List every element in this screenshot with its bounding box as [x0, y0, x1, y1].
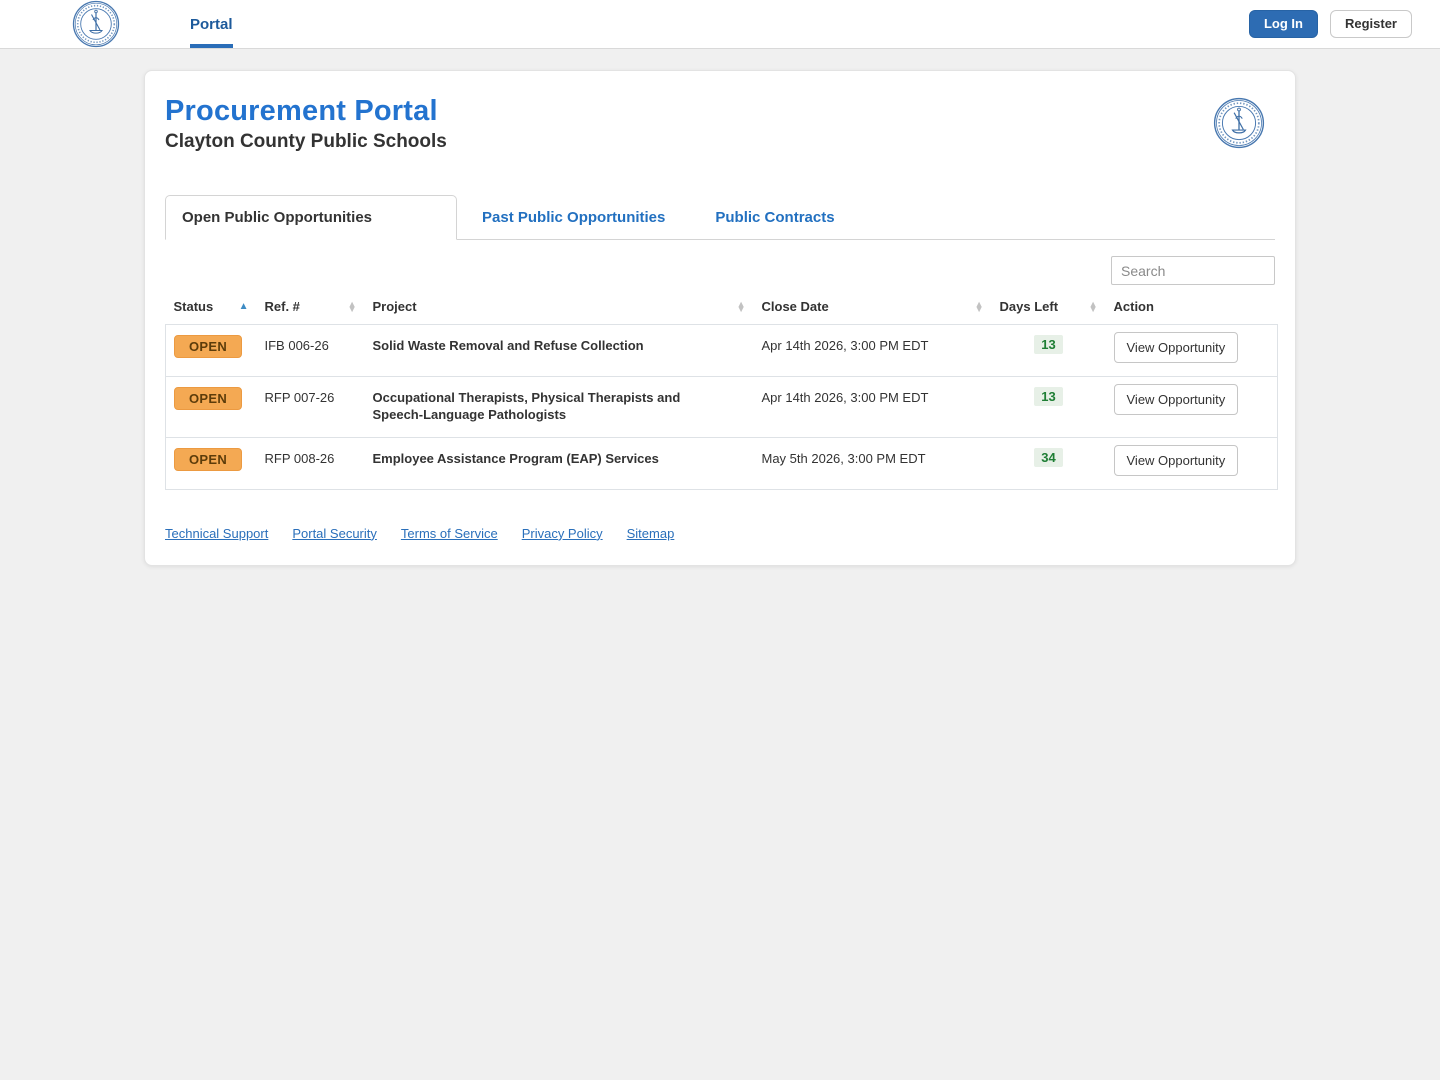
view-opportunity-button[interactable]: View Opportunity [1114, 332, 1239, 363]
procurement-portal-card: Procurement Portal Clayton County Public… [144, 70, 1296, 566]
column-header-project[interactable]: Project ▲▼ [365, 291, 754, 325]
close-date-cell: Apr 14th 2026, 3:00 PM EDT [754, 377, 992, 438]
tab-open-public-opportunities[interactable]: Open Public Opportunities [165, 195, 457, 240]
status-badge: OPEN [174, 448, 242, 471]
footer-links: Technical Support Portal Security Terms … [165, 526, 1275, 541]
days-left-badge: 13 [1034, 387, 1062, 406]
tab-public-contracts[interactable]: Public Contracts [690, 195, 859, 240]
days-left-cell: 34 [992, 437, 1106, 489]
login-button[interactable]: Log In [1249, 10, 1318, 38]
navbar-actions: Log In Register [1249, 10, 1412, 38]
table-row: OPEN RFP 007-26 Occupational Therapists,… [166, 377, 1278, 438]
project-cell: Solid Waste Removal and Refuse Collectio… [365, 325, 754, 377]
footer-link-privacy-policy[interactable]: Privacy Policy [522, 526, 603, 541]
footer-link-technical-support[interactable]: Technical Support [165, 526, 268, 541]
page-title: Procurement Portal [165, 95, 447, 128]
project-cell: Employee Assistance Program (EAP) Servic… [365, 437, 754, 489]
action-cell: View Opportunity [1106, 437, 1278, 489]
days-left-badge: 13 [1034, 335, 1062, 354]
close-date-cell: Apr 14th 2026, 3:00 PM EDT [754, 325, 992, 377]
status-cell: OPEN [166, 325, 257, 377]
ref-cell: RFP 007-26 [257, 377, 365, 438]
search-input[interactable] [1111, 256, 1275, 285]
nav-links: Portal [180, 0, 243, 48]
table-body: OPEN IFB 006-26 Solid Waste Removal and … [166, 325, 1278, 490]
sort-toggle-icon[interactable]: ▲▼ [737, 302, 746, 312]
table-row: OPEN RFP 008-26 Employee Assistance Prog… [166, 437, 1278, 489]
action-cell: View Opportunity [1106, 377, 1278, 438]
table-row: OPEN IFB 006-26 Solid Waste Removal and … [166, 325, 1278, 377]
column-header-close-date[interactable]: Close Date ▲▼ [754, 291, 992, 325]
page-subtitle: Clayton County Public Schools [165, 131, 447, 153]
days-left-cell: 13 [992, 325, 1106, 377]
footer-link-terms-of-service[interactable]: Terms of Service [401, 526, 498, 541]
tab-past-public-opportunities[interactable]: Past Public Opportunities [457, 195, 690, 240]
ref-cell: RFP 008-26 [257, 437, 365, 489]
close-date-cell: May 5th 2026, 3:00 PM EDT [754, 437, 992, 489]
days-left-badge: 34 [1034, 448, 1062, 467]
column-header-days-left[interactable]: Days Left ▲▼ [992, 291, 1106, 325]
footer-link-sitemap[interactable]: Sitemap [627, 526, 675, 541]
column-header-ref[interactable]: Ref. # ▲▼ [257, 291, 365, 325]
sort-toggle-icon[interactable]: ▲▼ [1089, 302, 1098, 312]
search-row [165, 256, 1275, 285]
project-cell: Occupational Therapists, Physical Therap… [365, 377, 754, 438]
view-opportunity-button[interactable]: View Opportunity [1114, 445, 1239, 476]
status-cell: OPEN [166, 377, 257, 438]
status-badge: OPEN [174, 335, 242, 358]
card-header: Procurement Portal Clayton County Public… [165, 95, 1275, 153]
district-seal-logo [72, 0, 120, 48]
sort-ascending-icon[interactable]: ▲ [239, 302, 249, 312]
tab-bar: Open Public Opportunities Past Public Op… [165, 195, 1275, 240]
column-header-status[interactable]: Status ▲ [166, 291, 257, 325]
nav-item-portal[interactable]: Portal [180, 0, 243, 48]
view-opportunity-button[interactable]: View Opportunity [1114, 384, 1239, 415]
column-header-action: Action [1106, 291, 1278, 325]
district-seal-icon [1213, 97, 1265, 149]
sort-toggle-icon[interactable]: ▲▼ [975, 302, 984, 312]
footer-link-portal-security[interactable]: Portal Security [292, 526, 377, 541]
district-seal-logo-card [1213, 97, 1265, 149]
district-seal-icon [72, 0, 120, 48]
action-cell: View Opportunity [1106, 325, 1278, 377]
ref-cell: IFB 006-26 [257, 325, 365, 377]
status-cell: OPEN [166, 437, 257, 489]
opportunities-table: Status ▲ Ref. # ▲▼ Project ▲▼ Close Date… [165, 291, 1278, 490]
sort-toggle-icon[interactable]: ▲▼ [348, 302, 357, 312]
register-button[interactable]: Register [1330, 10, 1412, 38]
table-header-row: Status ▲ Ref. # ▲▼ Project ▲▼ Close Date… [166, 291, 1278, 325]
top-navbar: Portal Log In Register [0, 0, 1440, 49]
days-left-cell: 13 [992, 377, 1106, 438]
status-badge: OPEN [174, 387, 242, 410]
